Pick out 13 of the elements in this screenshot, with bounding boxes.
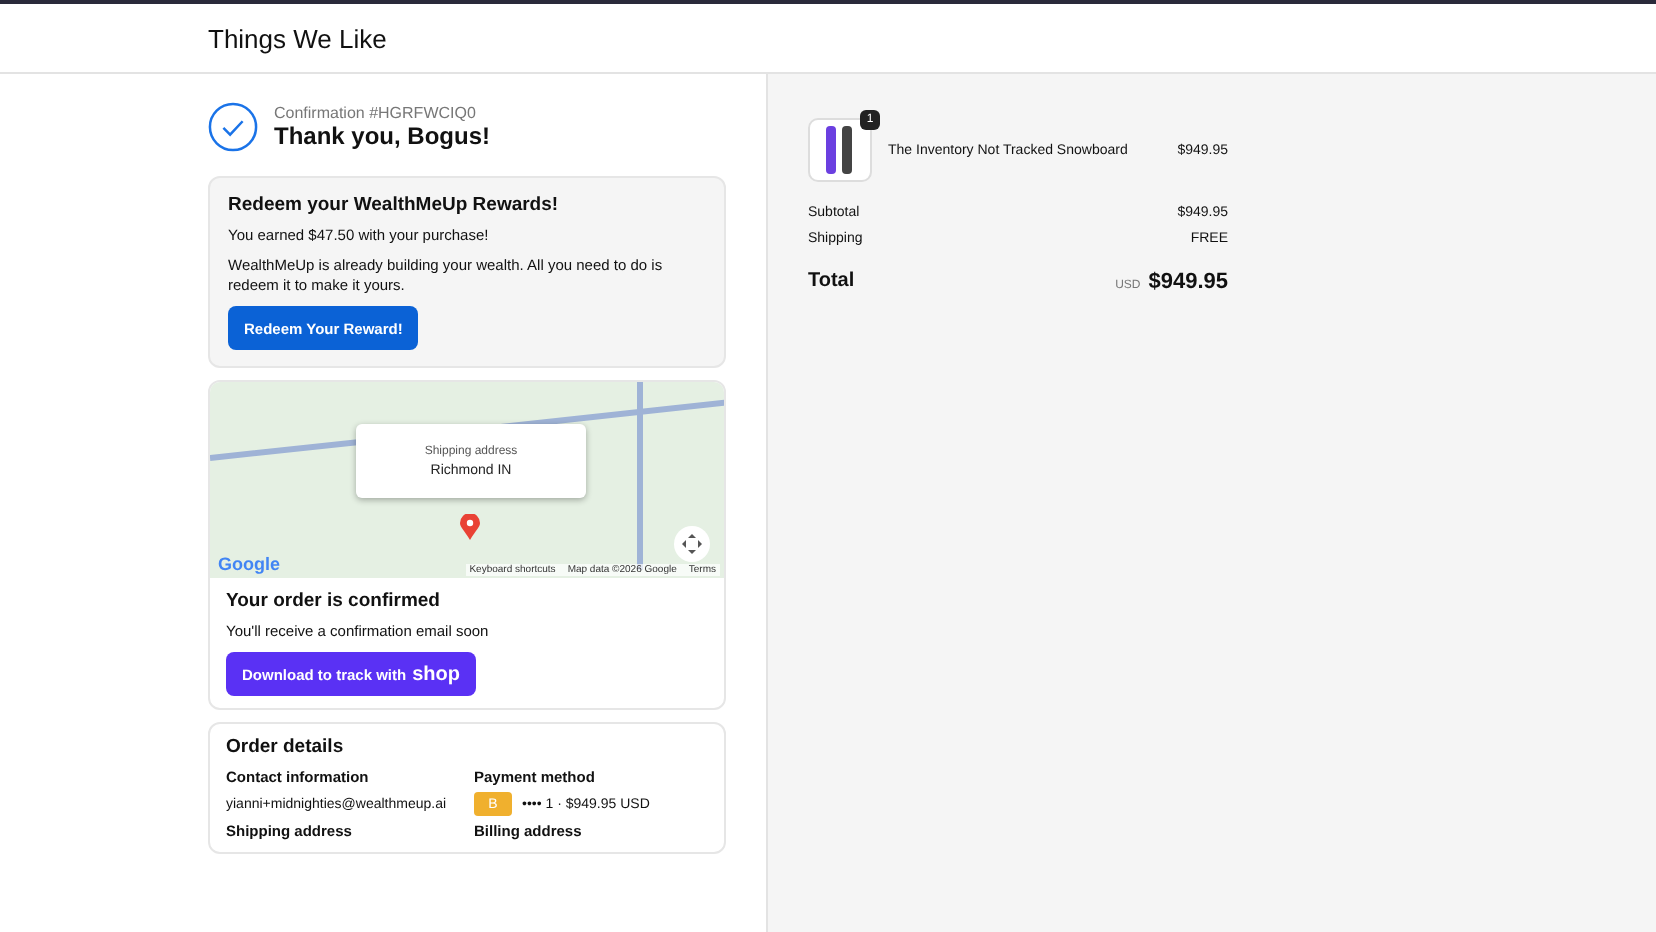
total-label: Total [808,269,855,291]
snowboard-icon [826,126,854,174]
map-pin-icon [460,514,480,540]
total-amount: $949.95 [1148,270,1228,294]
recenter-icon[interactable] [674,526,710,562]
order-details-title: Order details [226,736,346,758]
map-logo: Google [218,554,280,574]
rewards-title: Redeem your WealthMeUp Rewards! [228,194,561,216]
store-title: Things We Like [208,23,387,53]
order-confirmed-title: Your order is confirmed [226,590,442,612]
confirmation-number: Confirmation #HGRFWCIQ0 [274,104,478,122]
check-circle-icon [208,102,258,152]
thank-you-heading: Thank you, Bogus! [274,122,490,150]
